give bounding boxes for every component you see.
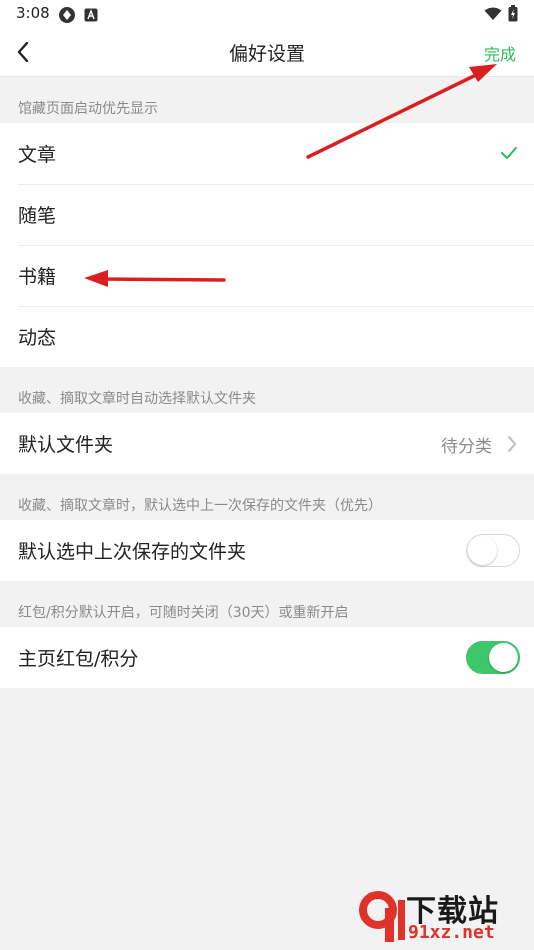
toggle-knob — [489, 643, 518, 672]
rewards-row: 主页红包/积分 — [0, 627, 534, 688]
app-notification-icon — [59, 7, 75, 23]
default-folder-card: 默认文件夹 待分类 — [0, 413, 534, 474]
default-folder-row[interactable]: 默认文件夹 待分类 — [0, 413, 534, 474]
section-header-startup: 馆藏页面启动优先显示 — [18, 101, 158, 117]
last-folder-card: 默认选中上次保存的文件夹 — [0, 520, 534, 581]
nav-bar: 偏好设置 完成 — [0, 28, 534, 77]
rewards-toggle[interactable] — [466, 641, 520, 674]
default-folder-label: 默认文件夹 — [18, 434, 114, 456]
a-notification-icon — [84, 8, 98, 22]
wifi-icon — [484, 7, 502, 20]
option-label: 书籍 — [18, 266, 57, 288]
startup-option-article[interactable]: 文章 — [0, 123, 534, 184]
startup-option-essay[interactable]: 随笔 — [0, 184, 534, 245]
done-button[interactable]: 完成 — [484, 41, 516, 65]
status-bar: 3:08 — [0, 0, 534, 28]
section-header-last-folder: 收藏、摘取文章时，默认选中上一次保存的文件夹（优先） — [18, 498, 382, 514]
option-label: 随笔 — [18, 205, 57, 227]
startup-options-card: 文章 随笔 书籍 动态 — [0, 123, 534, 367]
battery-icon — [508, 5, 518, 22]
option-label: 文章 — [18, 144, 57, 166]
last-folder-row: 默认选中上次保存的文件夹 — [0, 520, 534, 581]
startup-option-books[interactable]: 书籍 — [0, 245, 534, 306]
page-title: 偏好设置 — [228, 43, 305, 65]
rewards-card: 主页红包/积分 — [0, 627, 534, 688]
last-folder-label: 默认选中上次保存的文件夹 — [18, 541, 247, 563]
chevron-right-icon — [508, 436, 516, 452]
option-label: 动态 — [18, 327, 57, 349]
toggle-knob — [468, 536, 497, 565]
watermark-logo-icon — [359, 891, 405, 942]
watermark-domain: 91xz.net — [408, 922, 495, 943]
rewards-label: 主页红包/积分 — [18, 648, 139, 670]
startup-option-feed[interactable]: 动态 — [0, 306, 534, 367]
watermark: 下载站 91xz.net — [358, 886, 528, 946]
last-folder-toggle[interactable] — [466, 534, 520, 567]
status-time: 3:08 — [16, 4, 50, 22]
checkmark-icon — [501, 147, 517, 159]
section-header-rewards: 红包/积分默认开启，可随时关闭（30天）或重新开启 — [18, 605, 349, 621]
default-folder-value: 待分类 — [441, 437, 492, 457]
section-header-default-folder: 收藏、摘取文章时自动选择默认文件夹 — [18, 391, 256, 407]
